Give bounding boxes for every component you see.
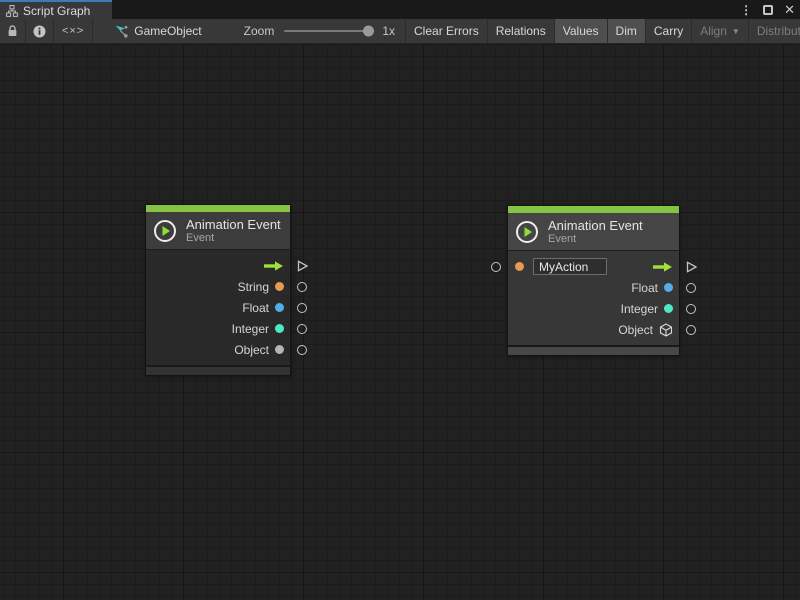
graph-target[interactable]: GameObject [105,19,211,43]
node-row-string: String [146,276,290,297]
value-input-port[interactable] [491,262,501,272]
node-footer [508,345,679,355]
toolbar-button-label: Align [700,24,727,38]
play-icon [153,219,177,243]
flow-arrow-icon [262,260,284,272]
node-footer [146,365,290,375]
zoom-value: 1x [382,24,395,38]
node-title: Animation Event [548,218,643,233]
node-animation-event[interactable]: Animation EventEvent Float Integer Object [507,205,680,356]
toolbar-button-label: Clear Errors [414,24,479,38]
node-animation-event[interactable]: Animation EventEvent String Float Integer Ob… [145,204,291,376]
graph-toolbar: <×> GameObject Zoom 1x Clear Errors Relat… [0,19,800,44]
node-header[interactable]: Animation EventEvent [508,213,679,250]
port-type-dot [275,324,284,333]
toolbar-button-label: Distribute [757,24,800,38]
tab-script-graph[interactable]: Script Graph [0,0,112,19]
lock-button[interactable] [0,19,26,43]
node-row-object: Object [146,339,290,360]
node-row-integer: Integer [508,298,679,319]
node-subtitle: Event [186,232,281,244]
value-output-port[interactable] [297,345,307,355]
zoom-control: Zoom 1x [212,19,405,43]
value-output-port[interactable] [686,304,696,314]
value-output-port[interactable] [686,325,696,335]
toolbar-buttons: Clear Errors Relations Values Dim Carry Align… [405,19,800,43]
event-name-input[interactable] [533,258,607,275]
flow-output-port[interactable] [685,260,698,273]
port-type-dot [275,303,284,312]
port-type-dot [664,304,673,313]
node-title: Animation Event [186,217,281,232]
port-label: String [238,280,269,294]
code-preview-button[interactable]: <×> [54,19,93,43]
toolbar-button-label: Values [563,24,599,38]
toolbar-button-values[interactable]: Values [555,19,608,43]
window-controls: ⋮ ✕ [740,0,795,19]
toolbar-button-align[interactable]: Align ▼ [692,19,749,43]
zoom-label: Zoom [244,24,275,38]
port-label: Integer [232,322,269,336]
window-menu-button[interactable]: ⋮ [740,4,752,16]
graph-target-label: GameObject [134,24,201,38]
port-label: Integer [621,302,658,316]
toolbar-button-carry[interactable]: Carry [646,19,692,43]
toolbar-button-distribute[interactable]: Distribute▼ [749,19,800,43]
toolbar-button-label: Dim [616,24,637,38]
port-label: Object [234,343,269,357]
flow-arrow-icon [651,261,673,273]
node-titles: Animation EventEvent [186,217,281,244]
node-row-integer: Integer [146,318,290,339]
maximize-icon[interactable] [763,5,773,15]
toolbar-button-clear-errors[interactable]: Clear Errors [406,19,488,43]
port-type-dot [664,283,673,292]
port-label: Float [631,281,658,295]
zoom-slider-handle[interactable] [363,26,374,37]
script-graph-window: Script Graph ⋮ ✕ [0,0,800,600]
node-subtitle: Event [548,233,643,245]
script-graph-asset-icon [115,25,128,38]
node-accent-bar [146,205,290,212]
tab-label: Script Graph [23,4,90,18]
port-label: Float [242,301,269,315]
value-output-port[interactable] [297,324,307,334]
play-icon [515,220,539,244]
node-body: Float Integer Object [508,250,679,345]
port-type-dot [275,345,284,354]
toolbar-button-dim[interactable]: Dim [608,19,646,43]
graph-hierarchy-icon [6,5,18,17]
node-row-flow [508,256,679,277]
graph-canvas[interactable]: Animation EventEventStringFloatIntegerOb… [0,44,800,600]
toolbar-button-relations[interactable]: Relations [488,19,555,43]
info-icon [33,25,46,38]
node-row-object: Object [508,319,679,340]
node-row-float: Float [508,277,679,298]
node-row-flow [146,255,290,276]
inspector-button[interactable] [26,19,54,43]
value-output-port[interactable] [686,283,696,293]
node-accent-bar [508,206,679,213]
port-label: Object [618,323,653,337]
chevron-down-icon: ▼ [732,27,740,36]
tab-bar: Script Graph ⋮ ✕ [0,0,800,19]
node-row-float: Float [146,297,290,318]
toolbar-button-label: Carry [654,24,683,38]
node-titles: Animation EventEvent [548,218,643,245]
close-icon[interactable]: ✕ [784,3,795,16]
cube-icon [659,323,673,337]
node-header[interactable]: Animation EventEvent [146,212,290,249]
flow-output-port[interactable] [296,259,309,272]
value-output-port[interactable] [297,282,307,292]
toolbar-button-label: Relations [496,24,546,38]
zoom-slider[interactable] [284,30,372,32]
node-body: String Float Integer Object [146,249,290,365]
input-type-dot [515,262,524,271]
value-output-port[interactable] [297,303,307,313]
port-type-dot [275,282,284,291]
code-icon: <×> [62,25,84,37]
toolbar-gap [93,19,105,43]
lock-icon [7,25,18,37]
